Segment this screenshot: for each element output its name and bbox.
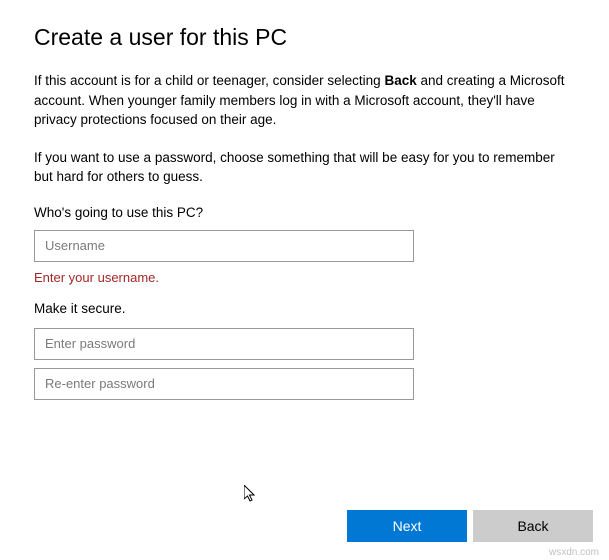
username-error-text: Enter your username. (34, 270, 575, 285)
next-button[interactable]: Next (347, 510, 467, 542)
page-title: Create a user for this PC (34, 24, 575, 51)
cursor-icon (244, 485, 258, 508)
username-input[interactable] (34, 230, 414, 262)
username-section-label: Who's going to use this PC? (34, 205, 575, 220)
description-password-hint: If you want to use a password, choose so… (34, 148, 575, 187)
password-section-label: Make it secure. (34, 301, 575, 316)
desc1-pre: If this account is for a child or teenag… (34, 73, 384, 88)
password-confirm-input[interactable] (34, 368, 414, 400)
description-child-account: If this account is for a child or teenag… (34, 71, 575, 130)
back-button[interactable]: Back (473, 510, 593, 542)
footer-buttons: Next Back (347, 510, 593, 542)
watermark: wsxdn.com (549, 547, 599, 558)
desc1-bold: Back (384, 73, 416, 88)
password-input[interactable] (34, 328, 414, 360)
